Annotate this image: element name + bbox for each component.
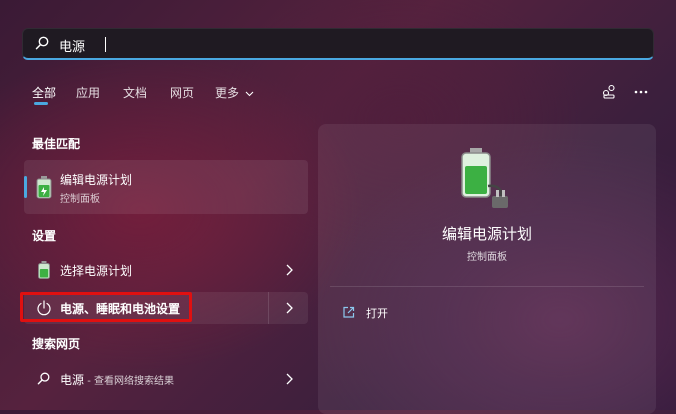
settings-item-label: 选择电源计划 xyxy=(60,264,133,278)
search-icon xyxy=(37,372,50,385)
search-icon xyxy=(35,36,49,50)
chevron-right-icon xyxy=(286,264,293,276)
tab-all[interactable]: 全部 xyxy=(32,84,56,101)
search-input[interactable]: 电源 xyxy=(59,36,85,55)
best-match-heading: 最佳匹配 xyxy=(32,137,81,151)
tab-more-label: 更多 xyxy=(215,86,240,100)
best-match-item[interactable]: 编辑电源计划 控制面板 xyxy=(24,160,308,214)
settings-item-choose-power-plan[interactable]: 选择电源计划 xyxy=(24,254,308,286)
preview-divider xyxy=(330,286,644,287)
share-nodes-icon[interactable] xyxy=(601,84,617,100)
best-match-subtitle: 控制面板 xyxy=(60,194,100,205)
settings-heading: 设置 xyxy=(32,229,57,243)
battery-icon xyxy=(38,261,50,279)
tab-web[interactable]: 网页 xyxy=(170,84,194,101)
web-search-query: 电源 xyxy=(60,373,85,387)
chevron-right-icon[interactable] xyxy=(284,301,294,315)
preview-subtitle: 控制面板 xyxy=(467,252,507,263)
battery-plug-icon xyxy=(36,176,52,199)
open-external-icon xyxy=(343,306,355,318)
highlight-frame xyxy=(20,292,192,322)
search-box[interactable]: 电源 xyxy=(22,28,654,60)
chevron-down-icon xyxy=(245,91,254,97)
open-action-label: 打开 xyxy=(366,307,388,320)
selection-accent xyxy=(24,176,27,198)
tab-apps[interactable]: 应用 xyxy=(76,84,100,101)
tab-documents[interactable]: 文档 xyxy=(123,84,147,101)
web-search-suffix: - 查看网络搜索结果 xyxy=(84,376,174,387)
row-divider xyxy=(268,292,269,324)
chevron-right-icon xyxy=(286,373,293,385)
text-caret xyxy=(105,37,106,52)
web-search-item[interactable]: 电源 - 查看网络搜索结果 xyxy=(24,363,308,395)
preview-title: 编辑电源计划 xyxy=(441,225,532,243)
battery-plug-icon xyxy=(461,148,508,208)
more-options-icon[interactable] xyxy=(633,84,649,100)
best-match-title: 编辑电源计划 xyxy=(60,173,133,187)
tab-more[interactable]: 更多 xyxy=(215,84,254,101)
active-tab-indicator xyxy=(34,102,48,105)
preview-pane: 编辑电源计划 控制面板 打开 xyxy=(318,124,656,414)
web-search-label: 电源 - 查看网络搜索结果 xyxy=(60,371,174,388)
web-search-heading: 搜索网页 xyxy=(32,337,81,351)
